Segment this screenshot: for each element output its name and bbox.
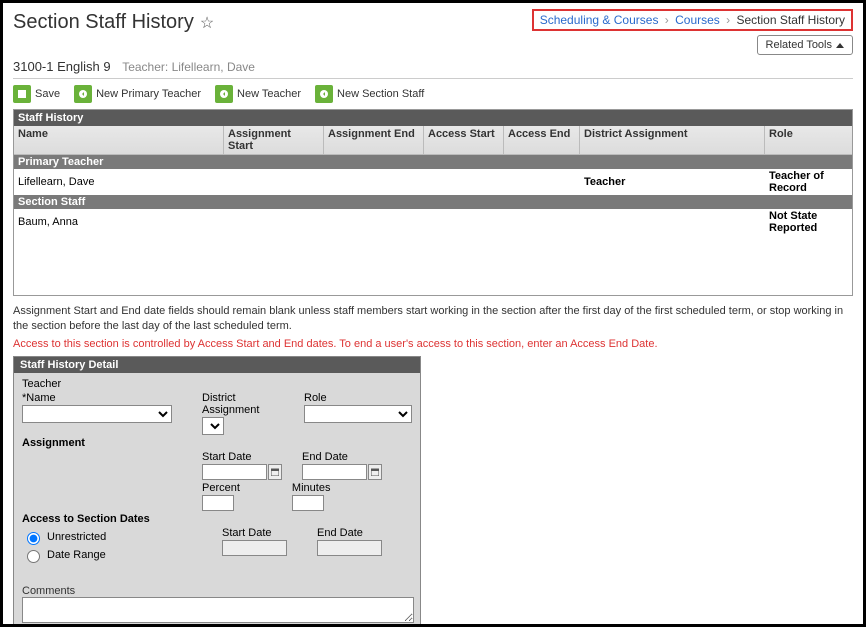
name-select[interactable]	[22, 405, 172, 423]
new-section-staff-label: New Section Staff	[337, 88, 424, 100]
table-row[interactable]: Lifellearn, Dave Teacher Teacher of Reco…	[14, 169, 852, 195]
col-name[interactable]: Name	[14, 126, 224, 154]
comments-label: Comments	[22, 585, 412, 597]
new-teacher-button[interactable]: New Teacher	[215, 85, 301, 103]
cell-aend	[324, 221, 424, 223]
new-primary-teacher-button[interactable]: New Primary Teacher	[74, 85, 201, 103]
group-section-staff: Section Staff	[14, 195, 852, 209]
access-daterange-label: Date Range	[47, 549, 106, 561]
cell-name: Lifellearn, Dave	[14, 175, 224, 189]
grid-title: Staff History	[14, 110, 852, 126]
start-date-label: Start Date	[202, 451, 282, 463]
col-role[interactable]: Role	[765, 126, 852, 154]
save-icon	[13, 85, 31, 103]
cell-accend	[504, 221, 580, 223]
access-daterange-radio[interactable]	[27, 550, 40, 563]
staff-history-grid: Staff History Name Assignment Start Assi…	[13, 109, 853, 296]
related-tools-label: Related Tools	[766, 39, 832, 51]
col-access-start[interactable]: Access Start	[424, 126, 504, 154]
role-select[interactable]	[304, 405, 412, 423]
toolbar: Save New Primary Teacher New Teacher New…	[13, 83, 853, 109]
district-assignment-label: District Assignment	[202, 392, 274, 416]
page-title: Section Staff History ☆	[13, 11, 214, 34]
helper-text: Assignment Start and End date fields sho…	[13, 304, 853, 334]
section-code: 3100-1 English 9	[13, 59, 111, 74]
access-warning-text: Access to this section is controlled by …	[13, 338, 853, 350]
related-tools-button[interactable]: Related Tools	[757, 35, 853, 55]
access-unrestricted-label: Unrestricted	[47, 531, 106, 543]
save-button[interactable]: Save	[13, 85, 60, 103]
detail-title: Staff History Detail	[14, 357, 420, 373]
cell-accstart	[424, 221, 504, 223]
plus-arrow-icon	[315, 85, 333, 103]
access-end-date-input[interactable]	[317, 540, 382, 556]
cell-role: Teacher of Record	[765, 169, 852, 195]
calendar-icon[interactable]	[368, 464, 382, 480]
col-assignment-end[interactable]: Assignment End	[324, 126, 424, 154]
minutes-label: Minutes	[292, 482, 331, 494]
section-subheader: 3100-1 English 9 Teacher: Lifellearn, Da…	[13, 59, 853, 74]
cell-accstart	[424, 181, 504, 183]
name-label: *Name	[22, 392, 172, 404]
access-start-date-label: Start Date	[222, 527, 287, 539]
cell-name: Baum, Anna	[14, 215, 224, 229]
cell-accend	[504, 181, 580, 183]
save-label: Save	[35, 88, 60, 100]
grid-header-row: Name Assignment Start Assignment End Acc…	[14, 126, 852, 155]
cell-role: Not State Reported	[765, 209, 852, 235]
chevron-right-icon: ›	[726, 13, 730, 27]
teacher-name: Lifellearn, Dave	[172, 60, 255, 74]
minutes-input[interactable]	[292, 495, 324, 511]
cell-astart	[224, 181, 324, 183]
favorite-star-icon[interactable]: ☆	[200, 13, 214, 33]
new-teacher-label: New Teacher	[237, 88, 301, 100]
new-primary-label: New Primary Teacher	[96, 88, 201, 100]
comments-textarea[interactable]	[22, 597, 414, 623]
teacher-section-label: Teacher	[22, 378, 412, 390]
end-date-label: End Date	[302, 451, 382, 463]
breadcrumb-current: Section Staff History	[737, 13, 846, 27]
new-section-staff-button[interactable]: New Section Staff	[315, 85, 424, 103]
breadcrumb: Scheduling & Courses › Courses › Section…	[532, 9, 853, 31]
assignment-start-date-input[interactable]	[202, 464, 267, 480]
cell-aend	[324, 181, 424, 183]
col-assignment-start[interactable]: Assignment Start	[224, 126, 324, 154]
assignment-section-label: Assignment	[22, 437, 412, 449]
col-access-end[interactable]: Access End	[504, 126, 580, 154]
district-assignment-select[interactable]	[202, 417, 224, 435]
chevron-right-icon: ›	[665, 13, 669, 27]
access-start-date-input[interactable]	[222, 540, 287, 556]
access-end-date-label: End Date	[317, 527, 382, 539]
percent-label: Percent	[202, 482, 240, 494]
role-label: Role	[304, 392, 412, 404]
divider	[13, 78, 853, 79]
staff-history-detail-panel: Staff History Detail Teacher *Name Distr…	[13, 356, 421, 627]
grid-body: Primary Teacher Lifellearn, Dave Teacher…	[14, 155, 852, 295]
table-row[interactable]: Baum, Anna Not State Reported	[14, 209, 852, 235]
col-district-assignment[interactable]: District Assignment	[580, 126, 765, 154]
teacher-label: Teacher:	[122, 60, 168, 74]
access-section-label: Access to Section Dates	[22, 513, 412, 525]
group-primary-teacher: Primary Teacher	[14, 155, 852, 169]
chevron-up-icon	[836, 39, 844, 51]
breadcrumb-scheduling-courses[interactable]: Scheduling & Courses	[540, 13, 659, 27]
cell-district: Teacher	[580, 175, 765, 189]
calendar-icon[interactable]	[268, 464, 282, 480]
plus-arrow-icon	[215, 85, 233, 103]
cell-astart	[224, 221, 324, 223]
breadcrumb-courses[interactable]: Courses	[675, 13, 720, 27]
plus-arrow-icon	[74, 85, 92, 103]
assignment-end-date-input[interactable]	[302, 464, 367, 480]
cell-district	[580, 221, 765, 223]
percent-input[interactable]	[202, 495, 234, 511]
page-title-text: Section Staff History	[13, 11, 194, 34]
access-unrestricted-radio[interactable]	[27, 532, 40, 545]
